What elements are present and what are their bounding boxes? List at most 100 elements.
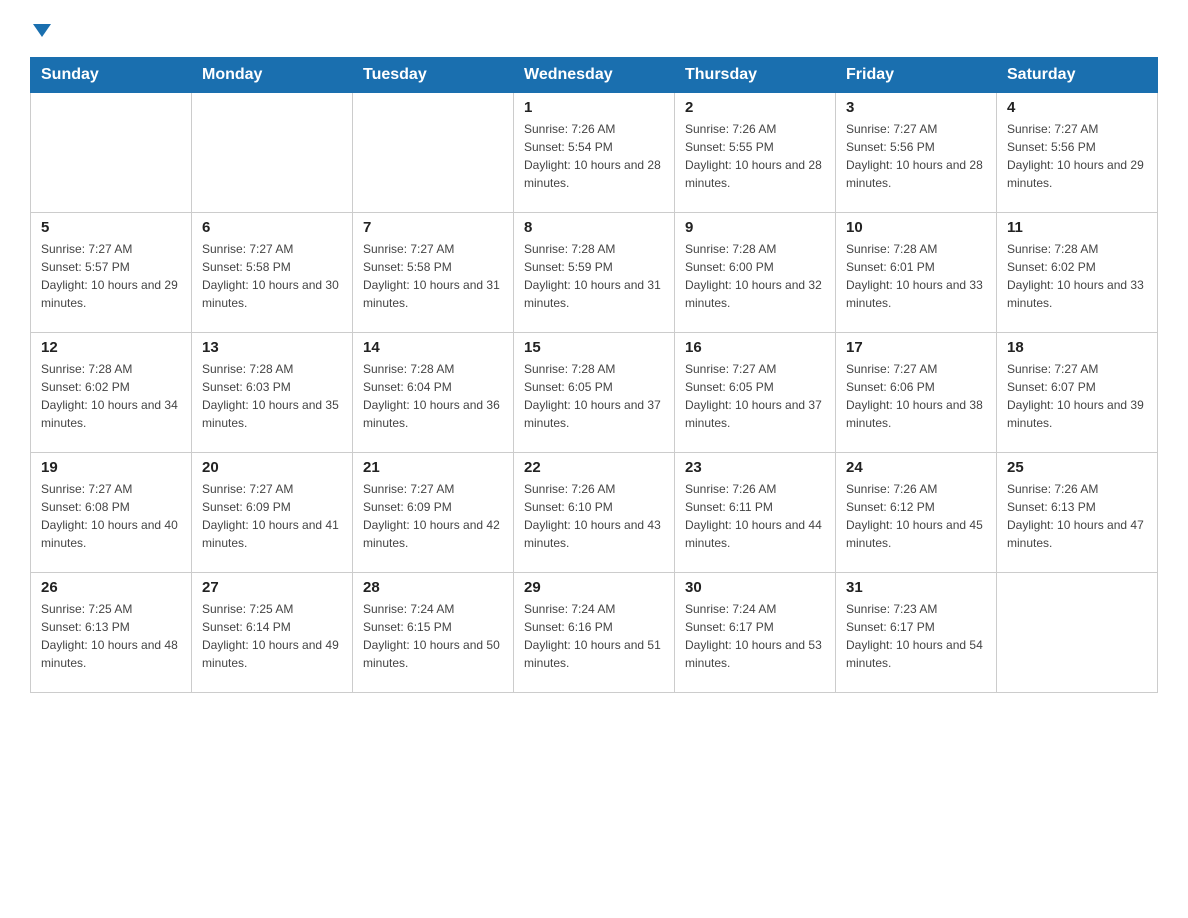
day-cell-21: 21Sunrise: 7:27 AMSunset: 6:09 PMDayligh… bbox=[353, 453, 514, 573]
day-header-thursday: Thursday bbox=[675, 58, 836, 93]
day-cell-4: 4 Sunrise: 7:27 AMSunset: 5:56 PMDaylight… bbox=[997, 93, 1158, 213]
calendar-week-5: 26 Sunrise: 7:25 AMSunset: 6:13 PMDayligh… bbox=[31, 573, 1158, 693]
day-info-17: Sunrise: 7:27 AMSunset: 6:06 PMDaylight:… bbox=[846, 360, 986, 432]
calendar-table: SundayMondayTuesdayWednesdayThursdayFrid… bbox=[30, 57, 1158, 693]
day-number-27: 27 bbox=[202, 579, 342, 596]
calendar-body: 1 Sunrise: 7:26 AMSunset: 5:54 PMDaylight… bbox=[31, 93, 1158, 693]
day-cell-2: 2 Sunrise: 7:26 AMSunset: 5:55 PMDaylight… bbox=[675, 93, 836, 213]
day-number-28: 28 bbox=[363, 579, 503, 596]
day-info-27: Sunrise: 7:25 AMSunset: 6:14 PMDaylight:… bbox=[202, 600, 342, 672]
day-info-29: Sunrise: 7:24 AMSunset: 6:16 PMDaylight:… bbox=[524, 600, 664, 672]
day-info-26: Sunrise: 7:25 AMSunset: 6:13 PMDaylight:… bbox=[41, 600, 181, 672]
day-cell-22: 22 Sunrise: 7:26 AMSunset: 6:10 PMDayligh… bbox=[514, 453, 675, 573]
day-number-30: 30 bbox=[685, 579, 825, 596]
day-cell-24: 24 Sunrise: 7:26 AMSunset: 6:12 PMDayligh… bbox=[836, 453, 997, 573]
day-number-8: 8 bbox=[524, 219, 664, 236]
day-header-friday: Friday bbox=[836, 58, 997, 93]
day-cell-28: 28 Sunrise: 7:24 AMSunset: 6:15 PMDayligh… bbox=[353, 573, 514, 693]
day-number-15: 15 bbox=[524, 339, 664, 356]
day-info-5: Sunrise: 7:27 AMSunset: 5:57 PMDaylight:… bbox=[41, 240, 181, 312]
day-cell-7: 7Sunrise: 7:27 AMSunset: 5:58 PMDaylight… bbox=[353, 213, 514, 333]
calendar-week-3: 12 Sunrise: 7:28 AMSunset: 6:02 PMDayligh… bbox=[31, 333, 1158, 453]
calendar-header: SundayMondayTuesdayWednesdayThursdayFrid… bbox=[31, 58, 1158, 93]
day-cell-29: 29 Sunrise: 7:24 AMSunset: 6:16 PMDayligh… bbox=[514, 573, 675, 693]
day-info-16: Sunrise: 7:27 AMSunset: 6:05 PMDaylight:… bbox=[685, 360, 825, 432]
day-cell-16: 16 Sunrise: 7:27 AMSunset: 6:05 PMDayligh… bbox=[675, 333, 836, 453]
empty-cell bbox=[997, 573, 1158, 693]
empty-cell bbox=[31, 93, 192, 213]
day-cell-31: 31Sunrise: 7:23 AMSunset: 6:17 PMDayligh… bbox=[836, 573, 997, 693]
day-header-monday: Monday bbox=[192, 58, 353, 93]
logo bbox=[30, 20, 51, 37]
day-info-13: Sunrise: 7:28 AMSunset: 6:03 PMDaylight:… bbox=[202, 360, 342, 432]
day-number-16: 16 bbox=[685, 339, 825, 356]
day-info-11: Sunrise: 7:28 AMSunset: 6:02 PMDaylight:… bbox=[1007, 240, 1147, 312]
day-number-24: 24 bbox=[846, 459, 986, 476]
day-number-10: 10 bbox=[846, 219, 986, 236]
day-info-10: Sunrise: 7:28 AMSunset: 6:01 PMDaylight:… bbox=[846, 240, 986, 312]
day-info-25: Sunrise: 7:26 AMSunset: 6:13 PMDaylight:… bbox=[1007, 480, 1147, 552]
day-number-22: 22 bbox=[524, 459, 664, 476]
calendar-week-2: 5 Sunrise: 7:27 AMSunset: 5:57 PMDaylight… bbox=[31, 213, 1158, 333]
calendar-week-4: 19 Sunrise: 7:27 AMSunset: 6:08 PMDayligh… bbox=[31, 453, 1158, 573]
day-info-23: Sunrise: 7:26 AMSunset: 6:11 PMDaylight:… bbox=[685, 480, 825, 552]
day-number-19: 19 bbox=[41, 459, 181, 476]
day-info-24: Sunrise: 7:26 AMSunset: 6:12 PMDaylight:… bbox=[846, 480, 986, 552]
day-cell-17: 17 Sunrise: 7:27 AMSunset: 6:06 PMDayligh… bbox=[836, 333, 997, 453]
day-number-1: 1 bbox=[524, 99, 664, 116]
day-number-23: 23 bbox=[685, 459, 825, 476]
day-cell-1: 1 Sunrise: 7:26 AMSunset: 5:54 PMDaylight… bbox=[514, 93, 675, 213]
logo-triangle-icon bbox=[33, 24, 51, 37]
day-number-4: 4 bbox=[1007, 99, 1147, 116]
day-info-20: Sunrise: 7:27 AMSunset: 6:09 PMDaylight:… bbox=[202, 480, 342, 552]
day-info-3: Sunrise: 7:27 AMSunset: 5:56 PMDaylight:… bbox=[846, 120, 986, 192]
day-cell-20: 20Sunrise: 7:27 AMSunset: 6:09 PMDayligh… bbox=[192, 453, 353, 573]
day-info-22: Sunrise: 7:26 AMSunset: 6:10 PMDaylight:… bbox=[524, 480, 664, 552]
day-number-25: 25 bbox=[1007, 459, 1147, 476]
day-info-28: Sunrise: 7:24 AMSunset: 6:15 PMDaylight:… bbox=[363, 600, 503, 672]
day-info-1: Sunrise: 7:26 AMSunset: 5:54 PMDaylight:… bbox=[524, 120, 664, 192]
day-cell-19: 19 Sunrise: 7:27 AMSunset: 6:08 PMDayligh… bbox=[31, 453, 192, 573]
day-cell-15: 15 Sunrise: 7:28 AMSunset: 6:05 PMDayligh… bbox=[514, 333, 675, 453]
day-number-13: 13 bbox=[202, 339, 342, 356]
day-cell-5: 5 Sunrise: 7:27 AMSunset: 5:57 PMDaylight… bbox=[31, 213, 192, 333]
day-number-2: 2 bbox=[685, 99, 825, 116]
day-number-7: 7 bbox=[363, 219, 503, 236]
day-cell-27: 27 Sunrise: 7:25 AMSunset: 6:14 PMDayligh… bbox=[192, 573, 353, 693]
day-number-3: 3 bbox=[846, 99, 986, 116]
day-number-17: 17 bbox=[846, 339, 986, 356]
day-info-8: Sunrise: 7:28 AMSunset: 5:59 PMDaylight:… bbox=[524, 240, 664, 312]
day-info-31: Sunrise: 7:23 AMSunset: 6:17 PMDaylight:… bbox=[846, 600, 986, 672]
empty-cell bbox=[192, 93, 353, 213]
day-info-9: Sunrise: 7:28 AMSunset: 6:00 PMDaylight:… bbox=[685, 240, 825, 312]
day-info-19: Sunrise: 7:27 AMSunset: 6:08 PMDaylight:… bbox=[41, 480, 181, 552]
day-cell-23: 23 Sunrise: 7:26 AMSunset: 6:11 PMDayligh… bbox=[675, 453, 836, 573]
day-info-15: Sunrise: 7:28 AMSunset: 6:05 PMDaylight:… bbox=[524, 360, 664, 432]
day-number-26: 26 bbox=[41, 579, 181, 596]
day-info-14: Sunrise: 7:28 AMSunset: 6:04 PMDaylight:… bbox=[363, 360, 503, 432]
day-cell-25: 25 Sunrise: 7:26 AMSunset: 6:13 PMDayligh… bbox=[997, 453, 1158, 573]
day-info-4: Sunrise: 7:27 AMSunset: 5:56 PMDaylight:… bbox=[1007, 120, 1147, 192]
day-number-12: 12 bbox=[41, 339, 181, 356]
day-number-9: 9 bbox=[685, 219, 825, 236]
day-number-18: 18 bbox=[1007, 339, 1147, 356]
day-info-21: Sunrise: 7:27 AMSunset: 6:09 PMDaylight:… bbox=[363, 480, 503, 552]
day-cell-26: 26 Sunrise: 7:25 AMSunset: 6:13 PMDayligh… bbox=[31, 573, 192, 693]
day-info-18: Sunrise: 7:27 AMSunset: 6:07 PMDaylight:… bbox=[1007, 360, 1147, 432]
days-of-week-row: SundayMondayTuesdayWednesdayThursdayFrid… bbox=[31, 58, 1158, 93]
calendar-week-1: 1 Sunrise: 7:26 AMSunset: 5:54 PMDaylight… bbox=[31, 93, 1158, 213]
day-number-5: 5 bbox=[41, 219, 181, 236]
day-cell-10: 10 Sunrise: 7:28 AMSunset: 6:01 PMDayligh… bbox=[836, 213, 997, 333]
day-info-12: Sunrise: 7:28 AMSunset: 6:02 PMDaylight:… bbox=[41, 360, 181, 432]
day-header-saturday: Saturday bbox=[997, 58, 1158, 93]
day-cell-11: 11Sunrise: 7:28 AMSunset: 6:02 PMDayligh… bbox=[997, 213, 1158, 333]
day-cell-9: 9 Sunrise: 7:28 AMSunset: 6:00 PMDaylight… bbox=[675, 213, 836, 333]
day-cell-18: 18 Sunrise: 7:27 AMSunset: 6:07 PMDayligh… bbox=[997, 333, 1158, 453]
day-cell-6: 6Sunrise: 7:27 AMSunset: 5:58 PMDaylight… bbox=[192, 213, 353, 333]
day-info-6: Sunrise: 7:27 AMSunset: 5:58 PMDaylight:… bbox=[202, 240, 342, 312]
day-number-29: 29 bbox=[524, 579, 664, 596]
day-header-sunday: Sunday bbox=[31, 58, 192, 93]
day-cell-30: 30Sunrise: 7:24 AMSunset: 6:17 PMDayligh… bbox=[675, 573, 836, 693]
day-info-2: Sunrise: 7:26 AMSunset: 5:55 PMDaylight:… bbox=[685, 120, 825, 192]
day-cell-14: 14Sunrise: 7:28 AMSunset: 6:04 PMDayligh… bbox=[353, 333, 514, 453]
